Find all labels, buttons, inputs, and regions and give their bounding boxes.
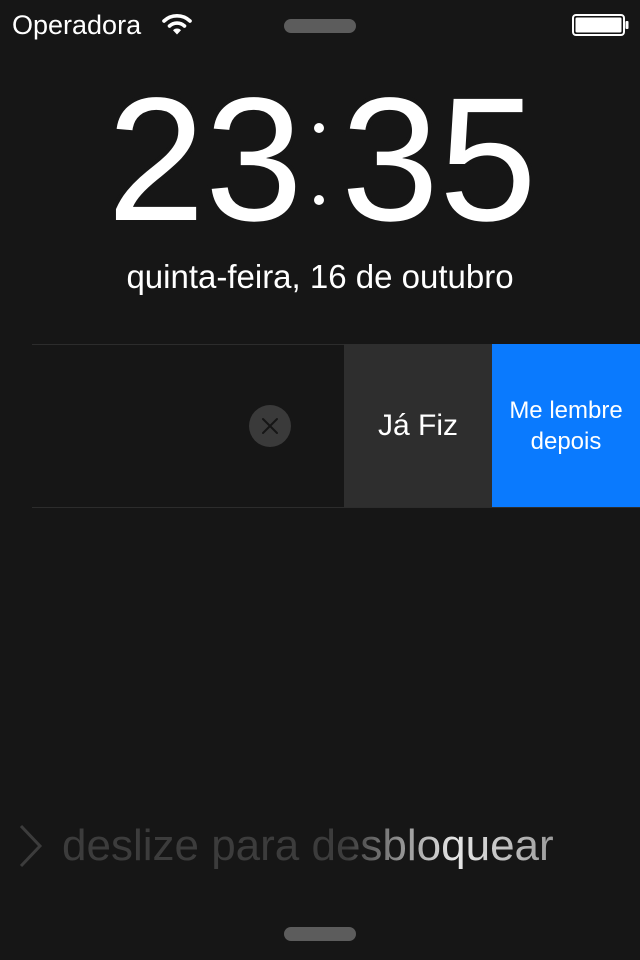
- clock: 23 35: [103, 88, 541, 238]
- notification-divider-bottom: [32, 507, 640, 508]
- control-center-grabber[interactable]: [284, 927, 356, 941]
- slide-to-unlock[interactable]: deslize para desbloquear: [0, 810, 640, 880]
- clock-separator-dot-top: [314, 123, 324, 133]
- remind-later-action-button[interactable]: Me lembre depois: [492, 344, 640, 508]
- status-bar: Operadora: [0, 0, 640, 50]
- done-action-label: Já Fiz: [377, 409, 458, 442]
- wifi-icon: [162, 14, 192, 35]
- slide-to-unlock-label[interactable]: deslize para desbloquear: [62, 818, 554, 874]
- notification-center-grabber[interactable]: [284, 19, 356, 33]
- notification-cell[interactable]: [32, 345, 344, 507]
- clock-hours: 23: [107, 88, 303, 238]
- clear-notification-button[interactable]: [249, 405, 291, 447]
- close-icon: [262, 418, 278, 434]
- date-label: quinta-feira, 16 de outubro: [126, 258, 514, 295]
- done-action-button[interactable]: Já Fiz: [344, 344, 492, 508]
- carrier-name: Operadora: [12, 10, 142, 40]
- remind-later-label-line2: depois: [530, 428, 602, 455]
- clock-minutes: 35: [341, 88, 537, 238]
- battery-icon: [572, 14, 629, 36]
- clock-separator-dot-bottom: [314, 195, 324, 205]
- remind-later-label: Me lembre depois: [509, 395, 622, 457]
- chevron-right-icon[interactable]: [18, 824, 44, 868]
- remind-later-label-line1: Me lembre: [509, 397, 623, 424]
